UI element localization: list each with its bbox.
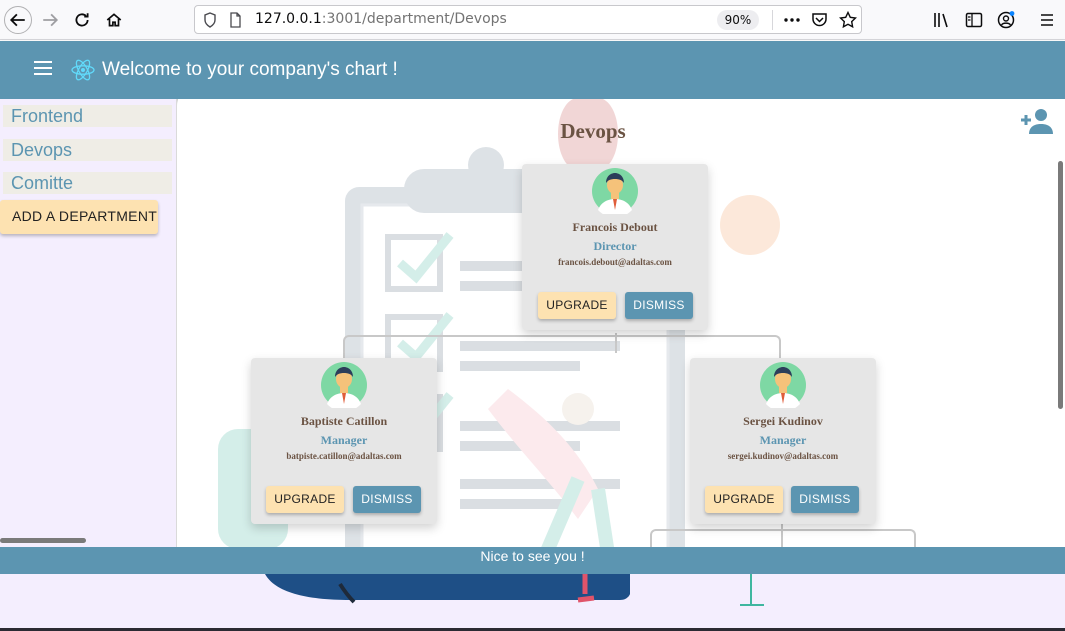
dismiss-button[interactable]: DISMISS bbox=[353, 486, 421, 513]
library-icon bbox=[934, 13, 948, 28]
bookmark-star-icon[interactable] bbox=[839, 11, 857, 29]
pocket-icon[interactable] bbox=[811, 12, 828, 28]
avatar-icon bbox=[592, 168, 638, 214]
more-actions-icon[interactable] bbox=[783, 13, 801, 27]
vertical-scrollbar[interactable] bbox=[1058, 161, 1063, 409]
employee-name: Baptiste Catillon bbox=[300, 414, 388, 428]
home-icon bbox=[106, 13, 122, 27]
main-content: Devops Francois Debout Director francois… bbox=[178, 99, 1065, 547]
app-header: Welcome to your company's chart ! bbox=[0, 41, 1065, 99]
employee-name: Sergei Kudinov bbox=[743, 414, 823, 428]
app-menu-button[interactable] bbox=[1037, 10, 1057, 30]
upgrade-button[interactable]: UPGRADE bbox=[705, 486, 783, 513]
employee-email: sergei.kudinov@adaltas.com bbox=[727, 451, 839, 461]
employee-role: Manager bbox=[320, 433, 368, 447]
menu-icon[interactable] bbox=[34, 61, 52, 77]
arrow-left-icon bbox=[9, 13, 25, 27]
department-sidebar: Frontend Devops Comitte ADD A DEPARTMENT bbox=[0, 99, 177, 547]
browser-toolbar: 127.0.0.1:3001/department/Devops 90% bbox=[0, 0, 1065, 40]
upgrade-button[interactable]: UPGRADE bbox=[538, 292, 616, 319]
tree-connector bbox=[650, 529, 916, 547]
account-icon bbox=[997, 11, 1015, 29]
back-button[interactable] bbox=[4, 6, 32, 34]
employee-card-manager: Baptiste Catillon Manager batpiste.catil… bbox=[251, 358, 437, 524]
employee-card-manager: Sergei Kudinov Manager sergei.kudinov@ad… bbox=[690, 358, 876, 524]
url-text[interactable]: 127.0.0.1:3001/department/Devops bbox=[255, 11, 507, 27]
employee-role: Manager bbox=[759, 433, 807, 447]
page-icon[interactable] bbox=[229, 12, 242, 28]
dismiss-button[interactable]: DISMISS bbox=[791, 486, 859, 513]
hamburger-icon bbox=[1041, 14, 1053, 26]
department-title: Devops bbox=[560, 119, 626, 143]
url-host: 127.0.0.1 bbox=[255, 11, 322, 27]
sidebar-item-devops[interactable]: Devops bbox=[3, 139, 172, 161]
employee-email: francois.debout@adaltas.com bbox=[558, 257, 672, 267]
zoom-level-badge[interactable]: 90% bbox=[717, 10, 759, 30]
add-department-button[interactable]: ADD A DEPARTMENT bbox=[0, 200, 158, 234]
sidebar-toggle-button[interactable] bbox=[964, 10, 984, 30]
divider bbox=[772, 10, 773, 30]
footer-illustration bbox=[265, 574, 764, 606]
reload-button[interactable] bbox=[68, 6, 96, 34]
shield-icon[interactable] bbox=[203, 12, 217, 28]
avatar-icon bbox=[760, 362, 806, 408]
sidebar-icon bbox=[965, 12, 983, 28]
url-path: :3001/department/Devops bbox=[321, 11, 507, 27]
sidebar-item-comitte[interactable]: Comitte bbox=[3, 172, 172, 194]
tree-connector bbox=[343, 335, 781, 359]
add-person-icon[interactable] bbox=[1020, 107, 1054, 135]
arrow-right-icon bbox=[43, 13, 59, 27]
footer-banner: Nice to see you ! bbox=[0, 547, 1065, 574]
upgrade-button[interactable]: UPGRADE bbox=[266, 486, 344, 513]
employee-name: Francois Debout bbox=[572, 220, 658, 234]
header-title: Welcome to your company's chart ! bbox=[102, 59, 398, 80]
library-button[interactable] bbox=[932, 10, 952, 30]
reload-icon bbox=[75, 13, 89, 27]
avatar-icon bbox=[321, 362, 367, 408]
footer-illustration-area bbox=[0, 574, 1065, 628]
employee-card-director: Francois Debout Director francois.debout… bbox=[522, 164, 708, 330]
forward-button[interactable] bbox=[36, 6, 64, 34]
sidebar-item-frontend[interactable]: Frontend bbox=[3, 105, 172, 127]
address-bar[interactable]: 127.0.0.1:3001/department/Devops 90% bbox=[194, 5, 862, 34]
account-button[interactable] bbox=[996, 10, 1016, 30]
dismiss-button[interactable]: DISMISS bbox=[625, 292, 693, 319]
home-button[interactable] bbox=[100, 6, 128, 34]
employee-role: Director bbox=[593, 239, 637, 253]
employee-email: batpiste.catillon@adaltas.com bbox=[286, 451, 402, 461]
horizontal-scrollbar[interactable] bbox=[0, 538, 86, 543]
react-logo-icon bbox=[71, 59, 95, 81]
